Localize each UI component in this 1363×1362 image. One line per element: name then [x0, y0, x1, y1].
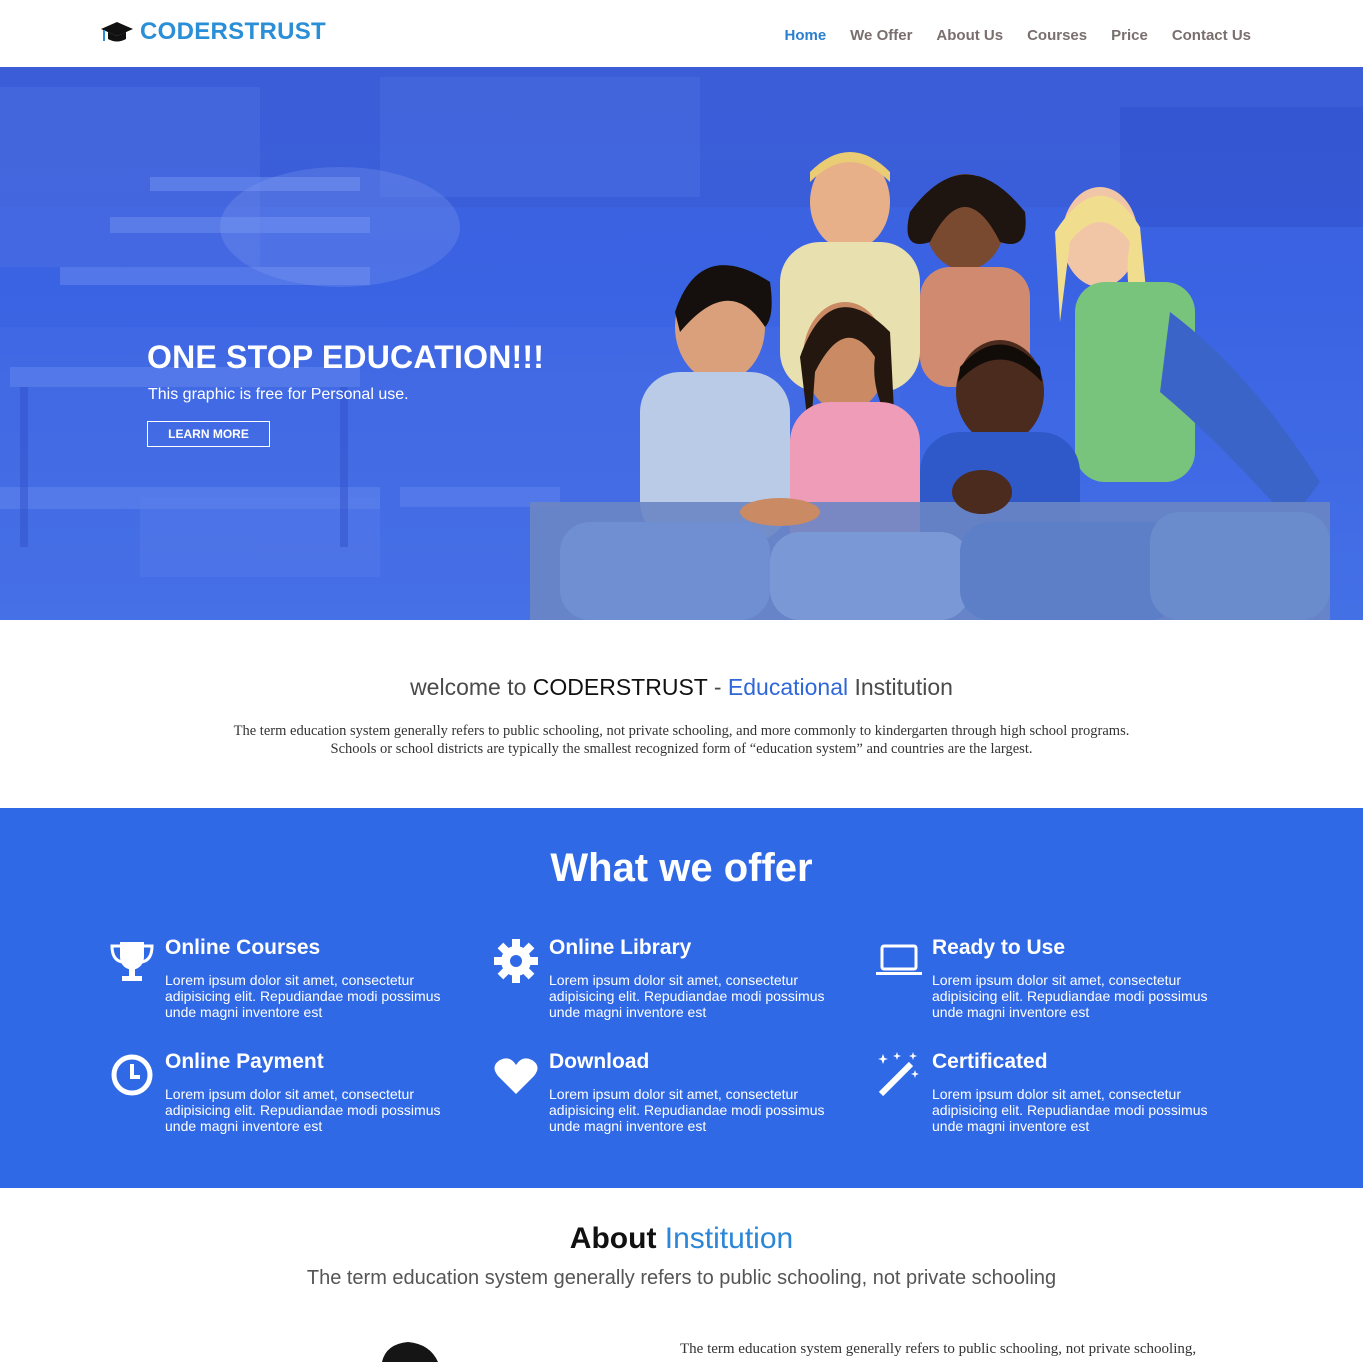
about-subtitle: The term education system generally refe…: [306, 1267, 1057, 1289]
welcome-text-line-1: The term education system generally refe…: [233, 723, 1130, 739]
gear-icon: [494, 939, 538, 983]
feature-online-courses: Online Courses Lorem ipsum dolor sit ame…: [108, 936, 441, 1036]
feature-text: Lorem ipsum dolor sit amet, consectetur …: [165, 1086, 441, 1134]
hero-banner: ONE STOP EDUCATION!!! This graphic is fr…: [0, 67, 1363, 620]
feature-ready-to-use: Ready to Use Lorem ipsum dolor sit amet,…: [875, 936, 1208, 1036]
feature-download: Download Lorem ipsum dolor sit amet, con…: [492, 1050, 825, 1150]
about-paragraph: The term education system generally refe…: [680, 1341, 1197, 1357]
feature-title: Online Courses: [165, 936, 321, 959]
nav-item-we-offer[interactable]: We Offer: [850, 27, 912, 44]
welcome-heading: welcome to CODERSTRUST - Educational Ins…: [0, 674, 1363, 701]
feature-text: Lorem ipsum dolor sit amet, consectetur …: [165, 972, 441, 1020]
feature-title: Download: [549, 1050, 650, 1073]
nav-item-contact-us[interactable]: Contact Us: [1172, 27, 1251, 44]
welcome-suffix: Institution: [848, 674, 953, 700]
feature-text: Lorem ipsum dolor sit amet, consectetur …: [932, 972, 1208, 1020]
feature-online-payment: Online Payment Lorem ipsum dolor sit ame…: [108, 1050, 441, 1150]
offer-title: What we offer: [550, 846, 813, 890]
nav-item-price[interactable]: Price: [1111, 27, 1148, 44]
what-we-offer-section: What we offer Online Courses Lorem ipsum…: [0, 808, 1363, 1188]
learn-more-button[interactable]: LEARN MORE: [147, 421, 270, 447]
heart-icon: [494, 1058, 538, 1094]
nav-item-home[interactable]: Home: [784, 27, 826, 44]
clock-icon: [111, 1054, 153, 1096]
feature-text: Lorem ipsum dolor sit amet, consectetur …: [549, 1086, 825, 1134]
welcome-text-line-2: Schools or school districts are typicall…: [330, 741, 1033, 757]
welcome-description: The term education system generally refe…: [150, 722, 1213, 758]
feature-certificated: Certificated Lorem ipsum dolor sit amet,…: [875, 1050, 1208, 1150]
feature-title: Certificated: [932, 1050, 1048, 1073]
top-navbar: CODERSTRUST Home We Offer About Us Cours…: [0, 0, 1363, 67]
hero-title: ONE STOP EDUCATION!!!: [147, 339, 545, 375]
about-image: [382, 1342, 438, 1362]
about-heading: About Institution: [0, 1222, 1363, 1256]
nav-item-about-us[interactable]: About Us: [936, 27, 1003, 44]
feature-title: Online Payment: [165, 1050, 324, 1073]
main-menu: Home We Offer About Us Courses Price Con…: [760, 27, 1251, 44]
feature-text: Lorem ipsum dolor sit amet, consectetur …: [549, 972, 825, 1020]
hero-subtitle: This graphic is free for Personal use.: [148, 386, 409, 403]
trophy-icon: [110, 942, 154, 981]
graduation-cap-icon: [101, 22, 133, 42]
feature-title: Ready to Use: [932, 936, 1066, 959]
welcome-prefix: welcome to: [410, 674, 533, 700]
magic-wand-icon: [878, 1052, 919, 1097]
about-title-text: About: [569, 1222, 657, 1255]
feature-online-library: Online Library Lorem ipsum dolor sit ame…: [492, 936, 825, 1036]
welcome-highlight: Educational: [727, 674, 849, 700]
welcome-dash: -: [707, 674, 728, 700]
feature-title: Online Library: [549, 936, 692, 959]
nav-item-courses[interactable]: Courses: [1027, 27, 1087, 44]
about-highlight: Institution: [664, 1222, 794, 1255]
brand-logo[interactable]: CODERSTRUST: [100, 18, 326, 46]
laptop-icon: [876, 944, 922, 975]
feature-text: Lorem ipsum dolor sit amet, consectetur …: [932, 1086, 1208, 1134]
students-group-photo: [530, 152, 1330, 620]
welcome-brand: CODERSTRUST: [532, 674, 708, 700]
brand-name: CODERSTRUST: [140, 18, 326, 45]
